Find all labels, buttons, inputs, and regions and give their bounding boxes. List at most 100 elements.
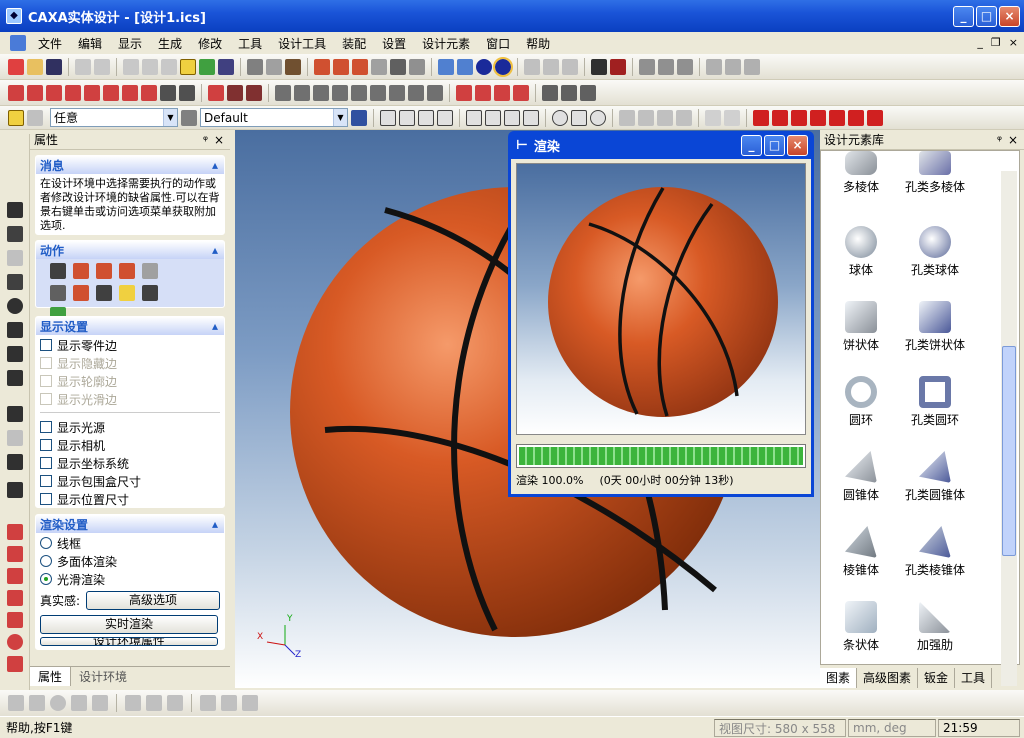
polyhedral-radio[interactable]: 多面体渲染 bbox=[40, 552, 220, 570]
mirror-draw-icon[interactable] bbox=[221, 695, 237, 711]
library-item-prism[interactable]: 多棱体 bbox=[821, 151, 901, 195]
move-arrows-icon[interactable] bbox=[7, 202, 23, 218]
line-tool-icon[interactable] bbox=[8, 695, 24, 711]
text-icon[interactable] bbox=[390, 58, 406, 75]
up-icon[interactable] bbox=[571, 109, 587, 126]
nudge-up-icon[interactable] bbox=[466, 109, 482, 126]
polygon-draw-icon[interactable] bbox=[92, 695, 108, 711]
menu-file[interactable]: 文件 bbox=[30, 35, 70, 52]
actions-header[interactable]: 动作 ▴ bbox=[36, 241, 224, 259]
probe-icon[interactable] bbox=[561, 84, 577, 101]
close-icon[interactable]: × bbox=[1008, 133, 1018, 147]
interference-icon[interactable] bbox=[513, 84, 529, 101]
menu-design-tools[interactable]: 设计工具 bbox=[270, 35, 334, 52]
realtime-render-button[interactable]: 实时渲染 bbox=[40, 615, 218, 634]
library-item-sphere[interactable]: 球体 bbox=[821, 226, 901, 278]
arc-tool-icon[interactable] bbox=[7, 612, 23, 628]
draft-icon[interactable] bbox=[294, 84, 310, 101]
text-tool-icon[interactable] bbox=[7, 656, 23, 672]
layout-icon[interactable] bbox=[744, 58, 760, 75]
rect-draw-icon[interactable] bbox=[29, 695, 45, 711]
orbit-icon[interactable] bbox=[638, 109, 654, 126]
loft-action-icon[interactable] bbox=[142, 263, 158, 279]
extrude-icon[interactable] bbox=[314, 58, 330, 75]
library-item-hole-pyramid[interactable]: 孔类棱锥体 bbox=[895, 526, 975, 578]
view-box-icon[interactable] bbox=[438, 58, 454, 75]
view-bottom-icon[interactable] bbox=[810, 109, 826, 126]
chevron-down-icon[interactable]: ▼ bbox=[163, 109, 177, 126]
explode-icon[interactable] bbox=[494, 84, 510, 101]
library-item-cone[interactable]: 圆锥体 bbox=[821, 451, 901, 503]
environment-properties-button[interactable]: 设计环境属性 bbox=[40, 637, 218, 646]
hand-icon[interactable] bbox=[657, 109, 673, 126]
light2-icon[interactable] bbox=[724, 109, 740, 126]
render-dialog-titlebar[interactable]: ⊢ 渲染 _ □ × bbox=[508, 131, 814, 159]
collapse-icon[interactable]: ▴ bbox=[212, 243, 218, 257]
smart-icon[interactable] bbox=[266, 58, 282, 75]
list-icon[interactable] bbox=[50, 263, 66, 279]
view-front-icon[interactable] bbox=[753, 109, 769, 126]
select-filter-icon[interactable] bbox=[27, 109, 43, 126]
library-item-bar[interactable]: 条状体 bbox=[821, 601, 901, 653]
show-bounding-box-checkbox[interactable]: 显示包围盒尺寸 bbox=[40, 472, 220, 490]
scale-icon[interactable] bbox=[370, 84, 386, 101]
dimension-icon[interactable] bbox=[242, 695, 258, 711]
render-minimize-button[interactable]: _ bbox=[741, 135, 762, 156]
offset-draw-icon[interactable] bbox=[200, 695, 216, 711]
undo-icon[interactable] bbox=[75, 58, 91, 75]
tab-tools[interactable]: 工具 bbox=[955, 668, 993, 688]
hierarchy-icon[interactable] bbox=[351, 109, 367, 126]
menu-modify[interactable]: 修改 bbox=[190, 35, 230, 52]
perspective-icon[interactable] bbox=[7, 430, 23, 446]
constraint-icon[interactable] bbox=[475, 84, 491, 101]
smooth-render-radio[interactable]: 光滑渲染 bbox=[40, 570, 220, 588]
chamfer-icon[interactable] bbox=[246, 84, 262, 101]
nudge-down-icon[interactable] bbox=[485, 109, 501, 126]
move-icon[interactable] bbox=[389, 84, 405, 101]
mirror-icon[interactable] bbox=[351, 84, 367, 101]
extrude-action-icon[interactable] bbox=[73, 263, 89, 279]
menu-window[interactable]: 窗口 bbox=[478, 35, 518, 52]
tab-design-environment[interactable]: 设计环境 bbox=[71, 667, 135, 686]
arrow-down-icon[interactable] bbox=[399, 109, 415, 126]
light-icon[interactable] bbox=[705, 109, 721, 126]
sketch-tool-icon[interactable] bbox=[7, 524, 23, 540]
view-left-icon[interactable] bbox=[829, 109, 845, 126]
shade-icon[interactable] bbox=[524, 58, 540, 75]
nudge-left-icon[interactable] bbox=[504, 109, 520, 126]
sketch-rect-icon[interactable] bbox=[8, 84, 24, 101]
menu-assembly[interactable]: 装配 bbox=[334, 35, 374, 52]
measure-icon[interactable] bbox=[542, 84, 558, 101]
fly-icon[interactable] bbox=[7, 274, 23, 290]
arc-draw-icon[interactable] bbox=[71, 695, 87, 711]
library-item-hole-pie[interactable]: 孔类饼状体 bbox=[895, 301, 975, 353]
mdi-close-icon[interactable]: × bbox=[1009, 36, 1018, 49]
menu-edit[interactable]: 编辑 bbox=[70, 35, 110, 52]
save-icon[interactable] bbox=[46, 58, 62, 75]
rect-tool-icon[interactable] bbox=[7, 546, 23, 562]
show-camera-checkbox[interactable]: 显示相机 bbox=[40, 436, 220, 454]
cut-icon[interactable] bbox=[123, 58, 139, 75]
section-icon[interactable] bbox=[580, 84, 596, 101]
library-item-hole-prism[interactable]: 孔类多棱体 bbox=[895, 151, 975, 195]
render-maximize-button[interactable]: □ bbox=[764, 135, 785, 156]
view-right-icon[interactable] bbox=[848, 109, 864, 126]
wireframe-radio[interactable]: 线框 bbox=[40, 534, 220, 552]
mdi-restore-icon[interactable]: ❐ bbox=[991, 36, 1001, 49]
library-item-torus[interactable]: 圆环 bbox=[821, 376, 901, 428]
menu-design-elements[interactable]: 设计元素 bbox=[414, 35, 478, 52]
camera-icon[interactable] bbox=[677, 58, 693, 75]
extend-icon[interactable] bbox=[146, 695, 162, 711]
chevron-down-icon[interactable]: ▼ bbox=[333, 109, 347, 126]
close-button[interactable]: × bbox=[999, 6, 1020, 27]
show-light-checkbox[interactable]: 显示光源 bbox=[40, 418, 220, 436]
view-back-icon[interactable] bbox=[772, 109, 788, 126]
target-icon[interactable] bbox=[7, 370, 23, 386]
circle-draw-icon[interactable] bbox=[50, 695, 66, 711]
fillet-draw-icon[interactable] bbox=[167, 695, 183, 711]
render-settings-header[interactable]: 渲染设置 ▴ bbox=[36, 515, 224, 533]
look-icon[interactable] bbox=[676, 109, 692, 126]
close-icon[interactable]: × bbox=[214, 133, 224, 147]
library-item-hole-torus[interactable]: 孔类圆环 bbox=[895, 376, 975, 428]
sketch-spline-icon[interactable] bbox=[84, 84, 100, 101]
